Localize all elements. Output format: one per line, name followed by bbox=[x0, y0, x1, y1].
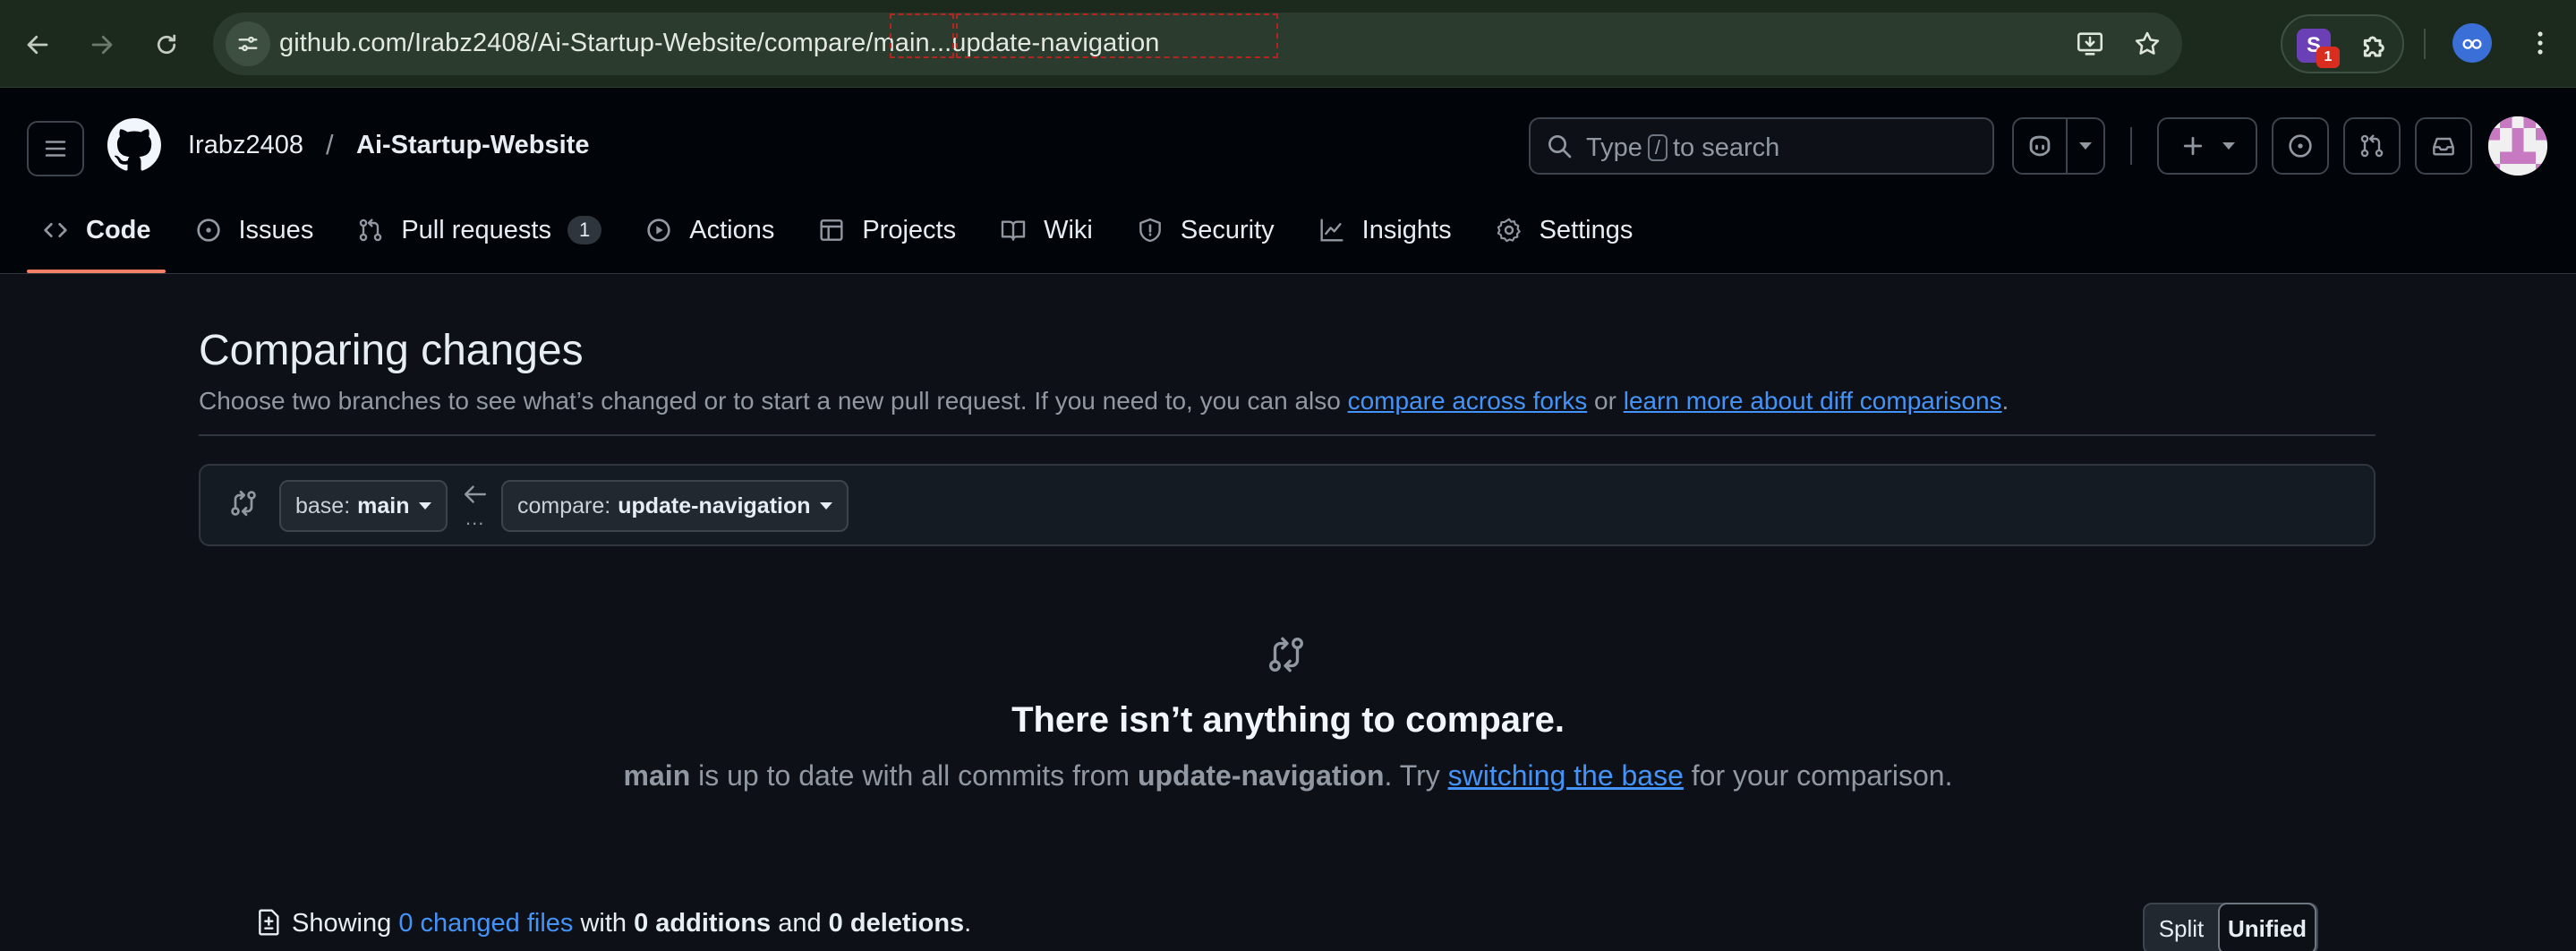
url-annotation-box bbox=[956, 13, 1278, 58]
search-placeholder: Type / to search bbox=[1586, 133, 1780, 162]
divider bbox=[199, 434, 2376, 436]
switch-base-link[interactable]: switching the base bbox=[1448, 759, 1684, 792]
slash-key: / bbox=[1647, 134, 1668, 161]
range-dots: ... bbox=[465, 507, 485, 529]
copilot-icon bbox=[2029, 135, 2051, 157]
tab-actions[interactable]: Actions bbox=[630, 202, 789, 258]
arrow-left-icon bbox=[465, 485, 487, 503]
breadcrumb-owner[interactable]: Irabz2408 bbox=[188, 131, 303, 160]
tab-label: Projects bbox=[862, 215, 957, 244]
shield-icon bbox=[1139, 218, 1161, 243]
base-branch-select[interactable]: base: main bbox=[279, 480, 448, 532]
tune-icon bbox=[238, 36, 258, 52]
tab-label: Wiki bbox=[1044, 215, 1093, 244]
pull-request-count-badge: 1 bbox=[567, 216, 602, 244]
bookmark-star-icon[interactable] bbox=[2128, 25, 2166, 63]
copilot-dropdown-button[interactable] bbox=[2066, 117, 2105, 175]
avatar[interactable] bbox=[2488, 116, 2547, 176]
tab-label: Actions bbox=[689, 215, 775, 244]
browser-toolbar: github.com/Irabz2408/Ai-Startup-Website/… bbox=[0, 0, 2576, 88]
file-diff-icon bbox=[259, 909, 279, 936]
code-icon bbox=[44, 223, 67, 237]
tab-label: Issues bbox=[238, 215, 314, 244]
search-icon bbox=[1548, 135, 1572, 158]
address-bar[interactable]: github.com/Irabz2408/Ai-Startup-Website/… bbox=[213, 13, 2182, 75]
chevron-down-icon bbox=[2079, 142, 2092, 150]
tab-label: Code bbox=[86, 215, 151, 244]
hamburger-menu-button[interactable] bbox=[27, 121, 84, 176]
breadcrumb-repo[interactable]: Ai-Startup-Website bbox=[356, 131, 589, 160]
site-info-button[interactable] bbox=[226, 21, 270, 66]
reload-button[interactable] bbox=[141, 20, 192, 70]
tab-label: Settings bbox=[1539, 215, 1633, 244]
graph-icon bbox=[1320, 218, 1343, 242]
compare-across-forks-link[interactable]: compare across forks bbox=[1348, 387, 1588, 415]
tab-insights[interactable]: Insights bbox=[1303, 202, 1466, 258]
install-app-icon[interactable] bbox=[2071, 25, 2109, 63]
tab-label: Pull requests bbox=[401, 215, 551, 244]
repo-tabs: Code Issues Pull requests 1 Actions Proj… bbox=[27, 202, 1661, 274]
hamburger-icon bbox=[45, 141, 66, 157]
pull-request-icon bbox=[360, 218, 382, 242]
tab-code[interactable]: Code bbox=[27, 202, 166, 273]
chevron-down-icon bbox=[819, 502, 832, 510]
tab-wiki[interactable]: Wiki bbox=[985, 202, 1107, 258]
tab-settings[interactable]: Settings bbox=[1480, 202, 1648, 258]
github-header: Irabz2408 / Ai-Startup-Website Type / to s… bbox=[0, 88, 2576, 274]
extension-badge: 1 bbox=[2316, 47, 2340, 68]
copilot-button[interactable] bbox=[2012, 117, 2068, 175]
tab-security[interactable]: Security bbox=[1122, 202, 1289, 258]
page-subtitle: Choose two branches to see what’s change… bbox=[199, 387, 2009, 415]
arrow-left-icon bbox=[27, 35, 48, 55]
files-summary: Showing 0 changed files with 0 additions… bbox=[256, 908, 971, 938]
diff-comparisons-link[interactable]: learn more about diff comparisons bbox=[1624, 387, 2002, 415]
chevron-down-icon bbox=[2222, 142, 2235, 150]
reload-icon bbox=[157, 34, 176, 55]
breadcrumb-separator: / bbox=[326, 129, 334, 160]
chevron-down-icon bbox=[418, 502, 431, 510]
issues-button[interactable] bbox=[2272, 117, 2329, 175]
search-input[interactable]: Type / to search bbox=[1529, 117, 1994, 175]
inbox-icon bbox=[2433, 137, 2454, 156]
browser-profile-icon[interactable] bbox=[2452, 23, 2492, 63]
issue-icon bbox=[196, 218, 220, 242]
tab-projects[interactable]: Projects bbox=[803, 202, 970, 258]
issue-icon bbox=[2289, 134, 2312, 158]
compare-arrows-icon bbox=[231, 490, 256, 517]
extensions-group: S 1 bbox=[2281, 14, 2404, 73]
browser-menu-icon[interactable] bbox=[2522, 23, 2558, 63]
puzzle-icon[interactable] bbox=[2358, 29, 2393, 64]
identicon-icon bbox=[2488, 116, 2547, 176]
header-divider bbox=[2130, 127, 2132, 165]
split-view-button[interactable]: Split bbox=[2145, 904, 2218, 951]
compare-arrows-icon bbox=[1269, 637, 1303, 673]
plus-icon bbox=[2183, 136, 2203, 156]
pull-requests-button[interactable] bbox=[2343, 117, 2401, 175]
page-title: Comparing changes bbox=[199, 327, 584, 374]
back-button[interactable] bbox=[13, 20, 63, 70]
tab-label: Insights bbox=[1361, 215, 1452, 244]
branch-range-editor: base: main ... compare: update-navigation bbox=[199, 464, 2376, 546]
tab-pull-requests[interactable]: Pull requests 1 bbox=[342, 202, 616, 258]
forward-button[interactable] bbox=[77, 20, 127, 70]
toolbar-divider bbox=[2424, 29, 2426, 59]
book-icon bbox=[1001, 220, 1026, 241]
unified-view-button[interactable]: Unified bbox=[2218, 903, 2316, 951]
changed-files-link[interactable]: 0 changed files bbox=[398, 909, 573, 938]
table-icon bbox=[820, 219, 843, 241]
arrow-right-icon bbox=[91, 35, 113, 55]
empty-state-title: There isn’t anything to compare. bbox=[1011, 700, 1565, 740]
empty-state-description: main is up to date with all commits from… bbox=[623, 759, 1953, 792]
diff-view-toggle: Split Unified bbox=[2143, 903, 2318, 951]
url-annotation-box bbox=[890, 13, 954, 58]
github-logo-icon[interactable] bbox=[107, 118, 161, 172]
tab-label: Security bbox=[1180, 215, 1275, 244]
tab-issues[interactable]: Issues bbox=[180, 202, 328, 258]
pull-request-icon bbox=[2360, 134, 2384, 158]
compare-branch-select[interactable]: compare: update-navigation bbox=[501, 480, 849, 532]
gear-icon bbox=[1497, 218, 1521, 243]
create-new-button[interactable] bbox=[2157, 117, 2257, 175]
play-icon bbox=[647, 218, 670, 242]
inbox-button[interactable] bbox=[2415, 117, 2472, 175]
